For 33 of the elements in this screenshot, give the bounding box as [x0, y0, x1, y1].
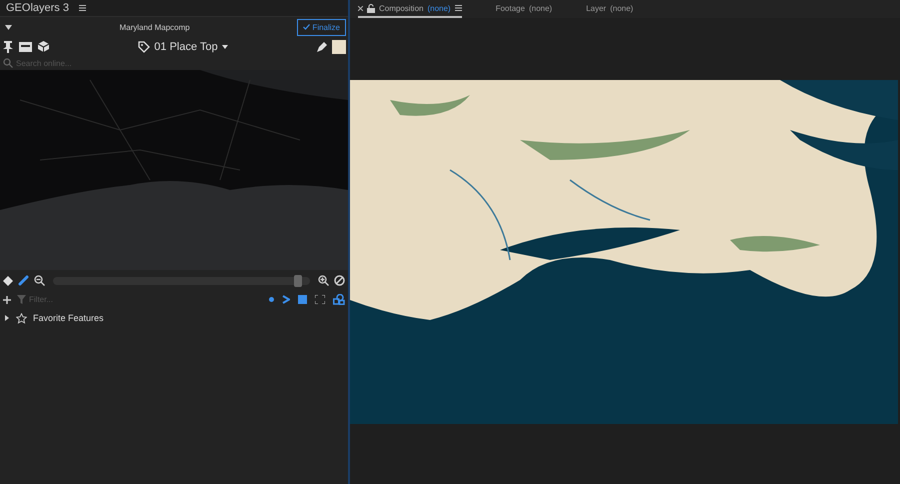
check-icon: [303, 24, 310, 30]
filter-icon: [17, 295, 26, 304]
search-icon: [3, 58, 13, 68]
pen-icon[interactable]: [317, 41, 328, 52]
menu-icon[interactable]: [454, 5, 462, 11]
lock-icon[interactable]: [367, 4, 375, 12]
frame-icon[interactable]: [315, 295, 325, 304]
viewer-tab[interactable]: Footage (none): [496, 0, 552, 18]
viewer-tab[interactable]: Layer (none): [586, 0, 634, 18]
caret-icon: [222, 44, 228, 48]
cube-icon[interactable]: [38, 41, 49, 52]
expander-icon[interactable]: [4, 315, 10, 321]
tag-icon: [138, 40, 150, 52]
zoom-slider[interactable]: [53, 276, 310, 284]
tree-item[interactable]: Favorite Features: [0, 308, 348, 328]
star-icon: [16, 312, 27, 324]
panel-title: GEOlayers 3: [6, 2, 69, 14]
style-dropdown[interactable]: 01 Place Top: [49, 40, 317, 52]
zoom-in-icon[interactable]: [318, 275, 329, 286]
caret-icon[interactable]: [5, 24, 12, 30]
card-icon[interactable]: [19, 42, 32, 52]
menu-icon[interactable]: [78, 5, 86, 11]
shapes-icon[interactable]: [333, 294, 345, 305]
pin-icon[interactable]: [3, 40, 13, 52]
diamond-icon[interactable]: [3, 276, 13, 286]
zoom-out-icon[interactable]: [34, 275, 45, 286]
finalize-button[interactable]: Finalize: [297, 18, 346, 36]
no-entry-icon[interactable]: [334, 275, 345, 286]
dot-icon[interactable]: [269, 297, 274, 302]
close-icon[interactable]: [358, 6, 363, 10]
composition-name: Maryland Mapcomp: [118, 22, 191, 32]
add-icon[interactable]: [3, 296, 11, 304]
color-swatch[interactable]: [332, 40, 346, 54]
